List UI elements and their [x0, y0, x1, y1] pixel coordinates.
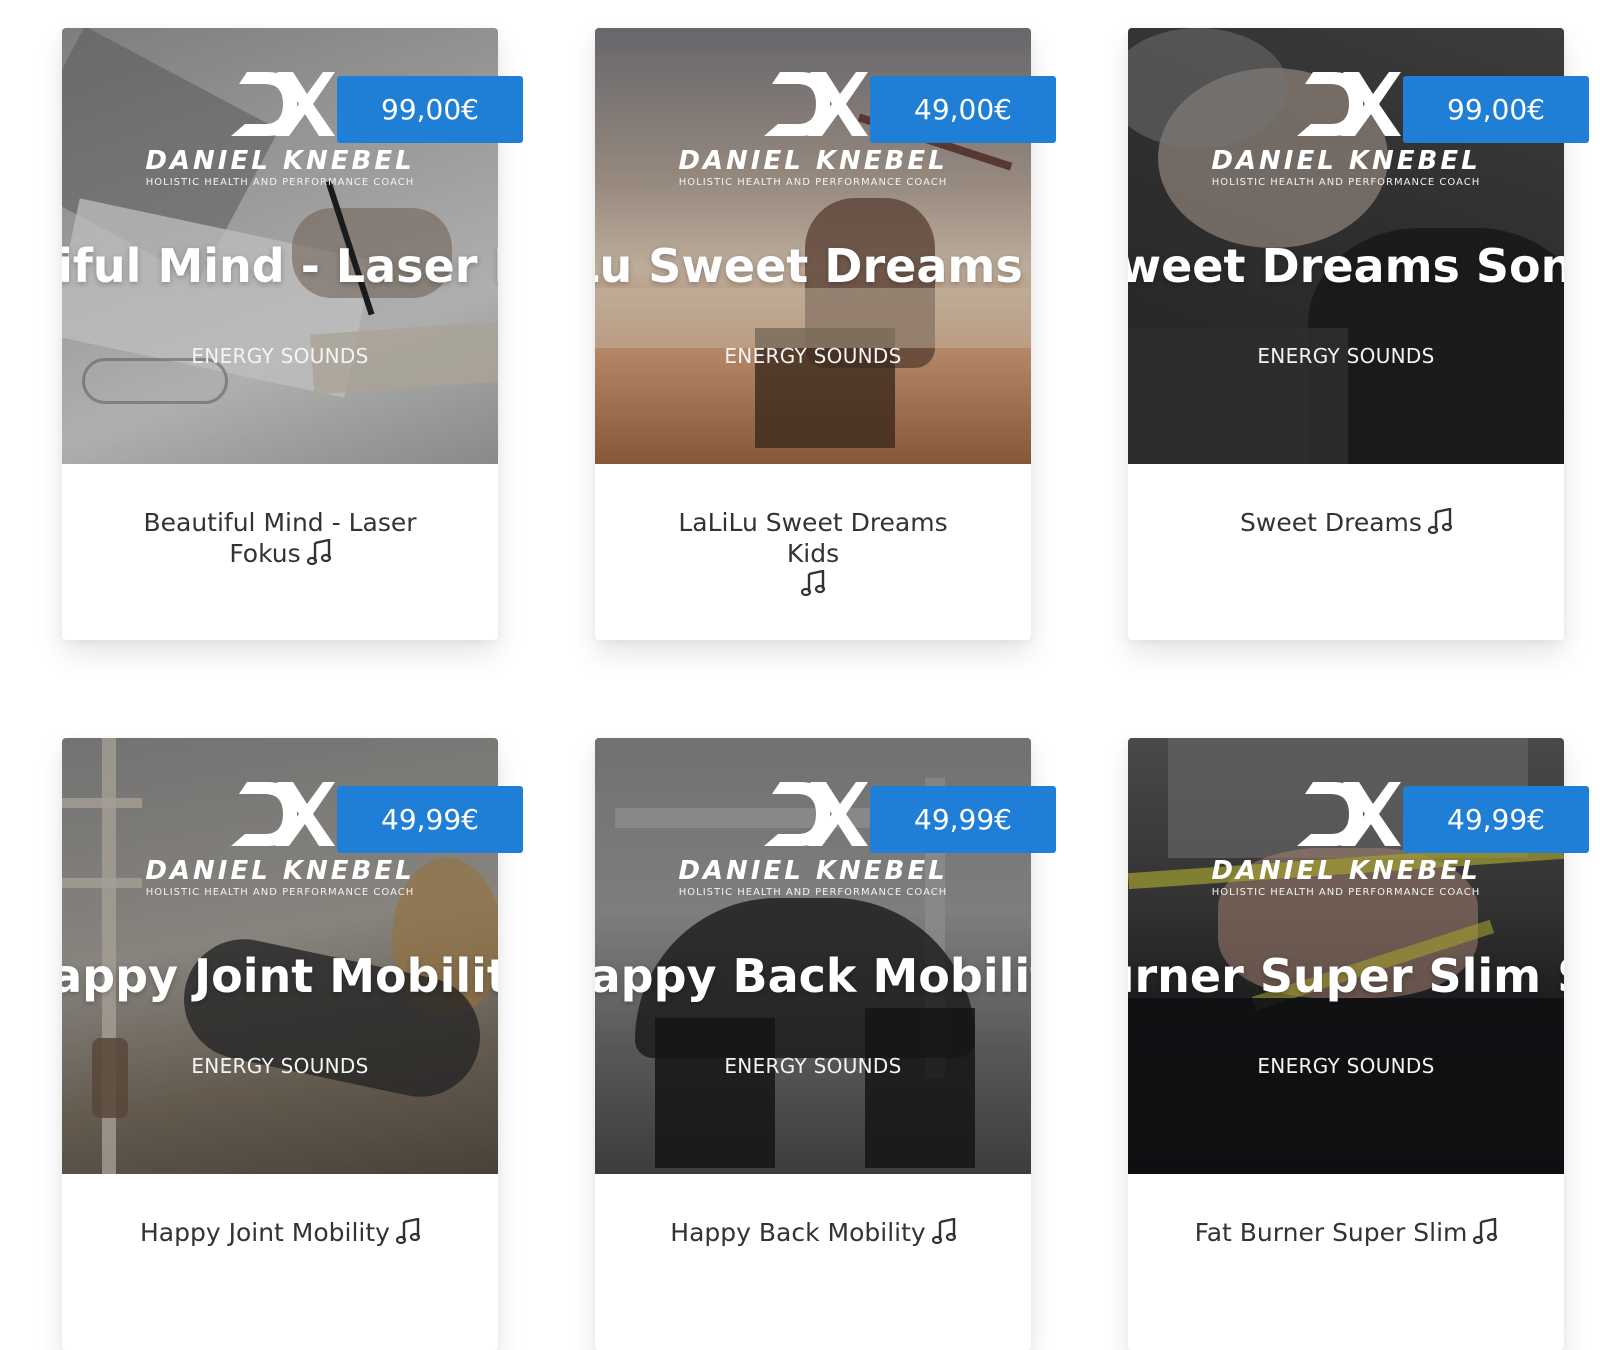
brand-name: DANIEL KNEBEL [145, 856, 415, 886]
price-badge: 49,99€ [870, 786, 1056, 853]
product-caption: Beautiful Mind - Laser Fokus [62, 464, 498, 640]
cover-title: appy Joint Mobilit [62, 949, 498, 1003]
cover-title: Lu Sweet Dreams I [595, 239, 1031, 293]
brand-tagline: HOLISTIC HEALTH AND PERFORMANCE COACH [145, 177, 415, 188]
product-card[interactable]: DANIEL KNEBEL HOLISTIC HEALTH AND PERFOR… [595, 738, 1056, 1350]
product-caption: Happy Back Mobility [595, 1174, 1031, 1350]
product-title: Beautiful Mind - Laser Fokus [143, 508, 417, 568]
music-note-icon [931, 1218, 956, 1244]
product-card[interactable]: DANIEL KNEBEL HOLISTIC HEALTH AND PERFOR… [1128, 28, 1589, 640]
daniel-knebel-logo-icon [231, 72, 335, 136]
product-title-link[interactable]: Fat Burner Super Slim [1188, 1217, 1504, 1248]
brand-name: DANIEL KNEBEL [1211, 146, 1481, 176]
cover-label: ENERGY SOUNDS [1257, 1054, 1435, 1078]
music-note-icon [395, 1218, 420, 1244]
daniel-knebel-logo-icon [1297, 72, 1401, 136]
product-title: Sweet Dreams [1240, 508, 1422, 537]
product-caption: LaLiLu Sweet Dreams Kids [595, 464, 1031, 640]
brand-name: DANIEL KNEBEL [678, 856, 948, 886]
cover-label: ENERGY SOUNDS [724, 344, 902, 368]
daniel-knebel-logo-icon [1297, 782, 1401, 846]
product-card[interactable]: DANIEL KNEBEL HOLISTIC HEALTH AND PERFOR… [62, 28, 523, 640]
product-title-link[interactable]: Happy Back Mobility [655, 1217, 971, 1248]
cover-label: ENERGY SOUNDS [724, 1054, 902, 1078]
product-card[interactable]: DANIEL KNEBEL HOLISTIC HEALTH AND PERFOR… [595, 28, 1056, 640]
product-caption: Sweet Dreams [1128, 464, 1564, 640]
music-note-icon [306, 539, 331, 565]
price-badge: 99,00€ [1403, 76, 1589, 143]
price-badge: 49,00€ [870, 76, 1056, 143]
price-badge: 49,99€ [1403, 786, 1589, 853]
product-title-link[interactable]: Happy Joint Mobility [122, 1217, 438, 1248]
product-title: Fat Burner Super Slim [1194, 1218, 1468, 1247]
cover-title: weet Dreams Son [1128, 239, 1564, 293]
music-note-icon [1473, 1218, 1498, 1244]
daniel-knebel-logo-icon [764, 72, 868, 136]
product-title: LaLiLu Sweet Dreams Kids [678, 508, 948, 568]
product-card[interactable]: DANIEL KNEBEL HOLISTIC HEALTH AND PERFOR… [1128, 738, 1589, 1350]
cover-title: urner Super Slim S [1128, 949, 1564, 1003]
price-badge: 99,00€ [337, 76, 523, 143]
cover-label: ENERGY SOUNDS [191, 344, 369, 368]
brand-tagline: HOLISTIC HEALTH AND PERFORMANCE COACH [678, 887, 948, 898]
brand-name: DANIEL KNEBEL [1211, 856, 1481, 886]
brand-name: DANIEL KNEBEL [145, 146, 415, 176]
brand-tagline: HOLISTIC HEALTH AND PERFORMANCE COACH [678, 177, 948, 188]
product-card[interactable]: DANIEL KNEBEL HOLISTIC HEALTH AND PERFOR… [62, 738, 523, 1350]
daniel-knebel-logo-icon [231, 782, 335, 846]
daniel-knebel-logo-icon [764, 782, 868, 846]
cover-label: ENERGY SOUNDS [191, 1054, 369, 1078]
brand-name: DANIEL KNEBEL [678, 146, 948, 176]
product-title: Happy Joint Mobility [140, 1218, 390, 1247]
product-title: Happy Back Mobility [670, 1218, 926, 1247]
product-title-link[interactable]: Sweet Dreams [1188, 507, 1504, 538]
brand-tagline: HOLISTIC HEALTH AND PERFORMANCE COACH [1211, 177, 1481, 188]
brand-tagline: HOLISTIC HEALTH AND PERFORMANCE COACH [1211, 887, 1481, 898]
music-note-icon [1427, 508, 1452, 534]
cover-label: ENERGY SOUNDS [1257, 344, 1435, 368]
price-badge: 49,99€ [337, 786, 523, 853]
music-note-icon [801, 570, 825, 596]
product-title-link[interactable]: LaLiLu Sweet Dreams Kids [655, 507, 971, 600]
cover-title: tiful Mind - Laser F [62, 239, 498, 293]
cover-title: lappy Back Mobilit [595, 949, 1031, 1003]
brand-tagline: HOLISTIC HEALTH AND PERFORMANCE COACH [145, 887, 415, 898]
product-caption: Happy Joint Mobility [62, 1174, 498, 1350]
product-title-link[interactable]: Beautiful Mind - Laser Fokus [122, 507, 438, 569]
product-caption: Fat Burner Super Slim [1128, 1174, 1564, 1350]
